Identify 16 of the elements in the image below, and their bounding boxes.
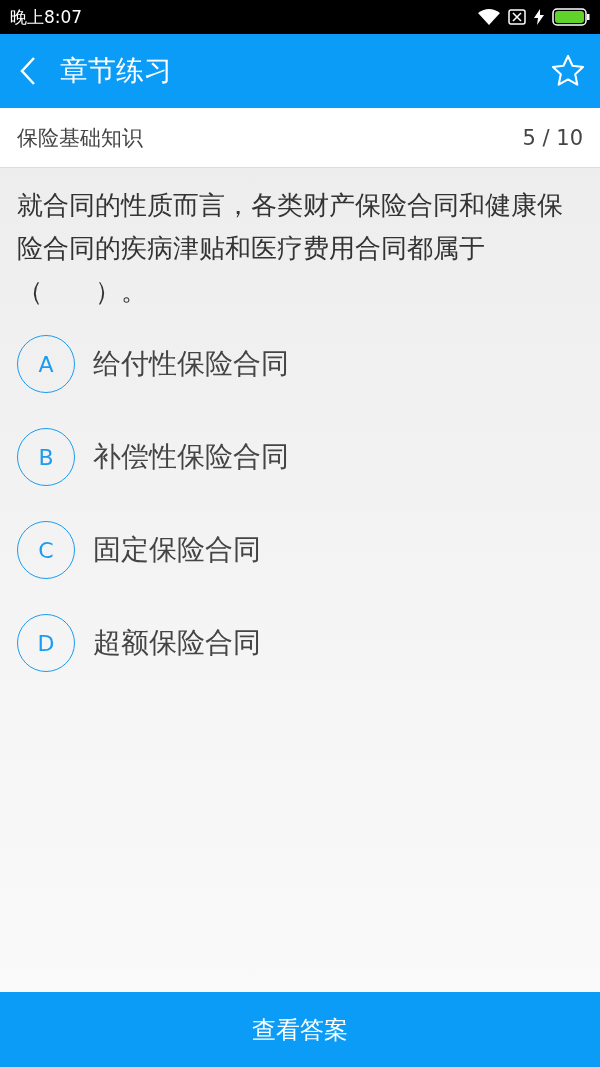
- battery-icon: [552, 8, 590, 26]
- option-text[interactable]: 固定保险合同: [93, 531, 261, 569]
- option-text[interactable]: 给付性保险合同: [93, 345, 289, 383]
- view-answer-button[interactable]: 查看答案: [0, 992, 600, 1067]
- option-text[interactable]: 补偿性保险合同: [93, 438, 289, 476]
- bolt-icon: [534, 9, 544, 25]
- progress-counter: 5 / 10: [522, 125, 583, 150]
- question-text: 就合同的性质而言，各类财产保险合同和健康保险合同的疾病津贴和医疗费用合同都属于（ ）。: [17, 189, 564, 308]
- status-time: 晚上8:07: [10, 5, 83, 29]
- wifi-icon: [478, 9, 500, 25]
- chapter-name: 保险基础知识: [17, 124, 143, 152]
- option-text[interactable]: 超额保险合同: [93, 624, 261, 662]
- no-sim-icon: [508, 9, 526, 25]
- page-title: 章节练习: [60, 53, 173, 89]
- back-button[interactable]: [20, 56, 36, 86]
- star-icon[interactable]: [550, 53, 586, 89]
